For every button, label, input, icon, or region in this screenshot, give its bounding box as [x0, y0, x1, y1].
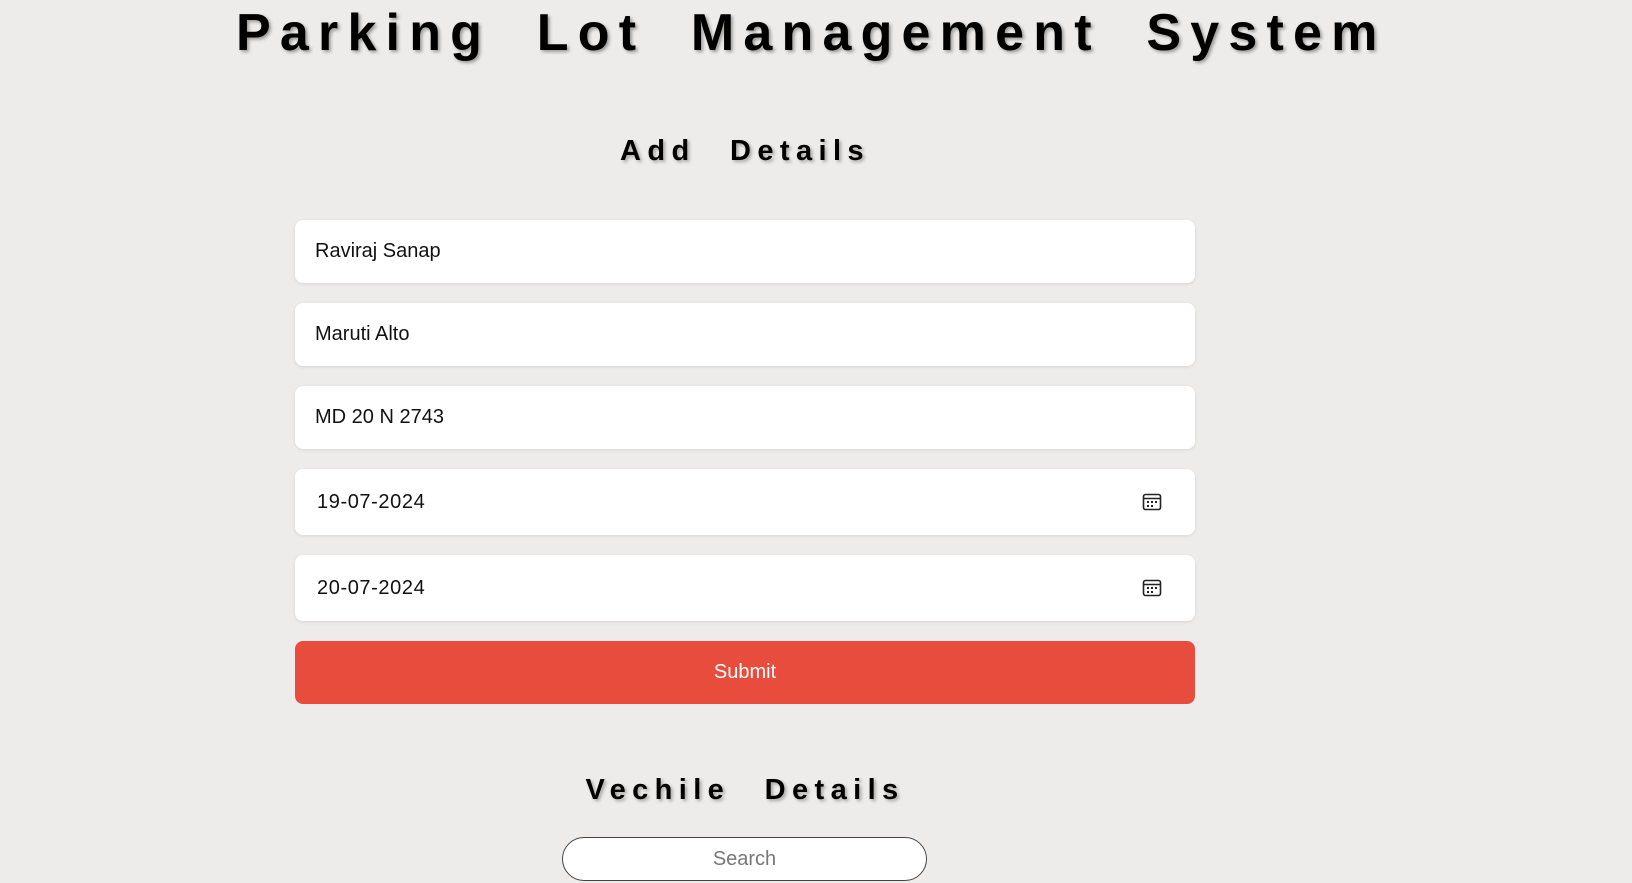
page-title: Parking Lot Management System — [236, 4, 1387, 62]
vehicle-model-field[interactable]: Maruti Alto — [295, 303, 1195, 366]
entry-date-value: 19-07-2024 — [317, 490, 426, 513]
calendar-icon[interactable] — [1141, 577, 1163, 599]
page: Parking Lot Management System Add Detail… — [0, 0, 1632, 883]
search-input[interactable] — [562, 837, 927, 881]
add-details-heading: Add Details — [620, 135, 870, 167]
exit-date-value: 20-07-2024 — [317, 576, 426, 599]
exit-date-field[interactable]: 20-07-2024 — [295, 555, 1195, 621]
calendar-icon[interactable] — [1141, 491, 1163, 513]
vehicle-details-heading: Vechile Details — [585, 774, 905, 806]
vehicle-number-field[interactable]: MD 20 N 2743 — [295, 386, 1195, 449]
owner-name-value: Raviraj Sanap — [315, 240, 441, 262]
entry-date-field[interactable]: 19-07-2024 — [295, 469, 1195, 535]
vehicle-number-value: MD 20 N 2743 — [315, 406, 444, 428]
owner-name-field[interactable]: Raviraj Sanap — [295, 220, 1195, 283]
vehicle-model-value: Maruti Alto — [315, 323, 410, 345]
submit-button[interactable]: Submit — [295, 641, 1195, 704]
